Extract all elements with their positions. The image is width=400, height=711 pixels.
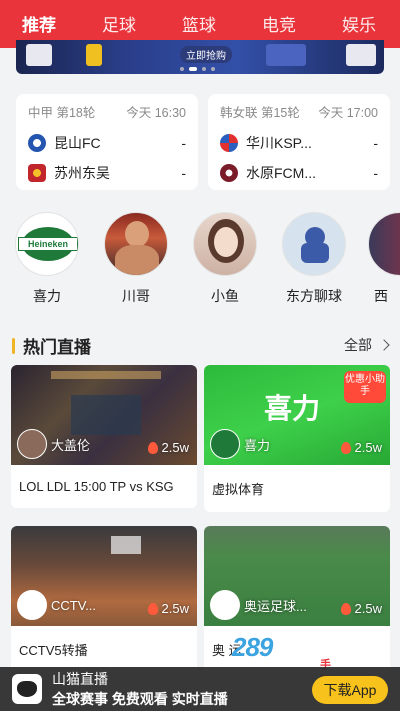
tab-entertainment[interactable]: 娱乐 [342,11,376,36]
heat-count: 2.5w [354,440,382,455]
team-name: 昆山FC [54,135,101,151]
fire-icon [340,441,351,454]
streamer-name: 东方聊球 [286,288,342,304]
heat-count: 2.5w [161,601,189,616]
team-logo-icon [220,164,238,182]
stream-thumbnail: 喜力 优惠小助手 喜力 2.5w [204,365,390,465]
team-name: 华川KSP... [246,135,312,151]
stream-thumbnail: CCTV... 2.5w [11,526,197,626]
host-avatar [210,590,240,620]
host-name: 大盖伦 [51,437,91,453]
live-stream-card[interactable]: CCTV... 2.5w CCTV5转播 [11,526,197,673]
live-stream-card[interactable]: 喜力 优惠小助手 喜力 2.5w 虚拟体育 [204,365,390,512]
match-card[interactable]: 中甲 第18轮 今天 16:30 昆山FC - 苏州东吴 - [16,94,198,190]
avatar [368,212,400,276]
promo-badge: 优惠小助手 [344,371,386,403]
watermark-text: 289 [232,632,273,662]
banner-image [346,44,376,66]
streamer-item[interactable]: Heineken 喜力 [12,212,82,306]
host-name: CCTV... [51,597,97,613]
fire-icon [147,441,158,454]
tab-recommend[interactable]: 推荐 [22,11,56,36]
host-avatar [17,429,47,459]
team-score: - [373,135,378,151]
team-logo-icon [28,134,46,152]
streamer-item[interactable]: 小鱼 [190,212,260,306]
match-card[interactable]: 韩女联 第15轮 今天 17:00 华川KSP... - 水原FCM... - [208,94,390,190]
banner-image [26,44,52,66]
section-title: 热门直播 [23,338,91,357]
view-all-link[interactable]: 全部 [344,335,390,355]
download-promo-bar: 山猫直播 全球赛事 免费观看 实时直播 下载App [0,667,400,711]
banner-carousel[interactable]: 立即抢购 [16,40,384,74]
team-score: - [373,165,378,181]
streamer-name: 川哥 [122,288,150,304]
streamer-item[interactable]: 川哥 [101,212,171,306]
host-name: 喜力 [244,437,271,453]
host-avatar [210,429,240,459]
team-logo-icon [28,164,46,182]
banner-image [86,44,102,66]
match-league: 中甲 第18轮 [28,106,96,120]
streamer-name: 小鱼 [211,288,239,304]
fire-icon [340,602,351,615]
team-name: 水原FCM... [246,165,316,181]
site-watermark: 289 手游网 [232,632,332,704]
streamer-name: 喜力 [33,288,61,304]
heat-count: 2.5w [354,601,382,616]
team-score: - [181,135,186,151]
banner-text: 立即抢购 [180,46,232,63]
streamer-item[interactable]: 东方聊球 [279,212,349,306]
avatar: Heineken [15,212,79,276]
stream-thumbnail: 大盖伦 2.5w [11,365,197,465]
host-avatar [17,590,47,620]
section-header: 热门直播 [12,333,91,358]
banner-image [266,44,306,66]
avatar [104,212,168,276]
stream-title: 虚拟体育 [212,482,265,497]
stream-title: LOL LDL 15:00 TP vs KSG [19,479,174,494]
fire-icon [147,602,158,615]
thumbnail-overlay-text: 喜力 [264,393,321,424]
section-accent-bar [12,337,15,354]
carousel-dots [180,67,215,71]
app-logo-icon [12,674,42,704]
stream-thumbnail: 奥运足球... 2.5w [204,526,390,626]
team-score: - [181,165,186,181]
host-name: 奥运足球... [244,598,307,614]
streamer-item[interactable]: 西 [368,212,400,306]
tab-esports[interactable]: 电竞 [262,11,296,36]
app-slogan: 全球赛事 免费观看 实时直播 [52,691,228,707]
tab-football[interactable]: 足球 [102,11,136,36]
stream-title: CCTV5转播 [19,643,88,658]
app-name: 山猫直播 [52,671,108,687]
heineken-logo: Heineken [18,237,78,251]
avatar [282,212,346,276]
match-league: 韩女联 第15轮 [220,106,300,120]
team-logo-icon [220,134,238,152]
team-name: 苏州东吴 [54,165,110,181]
streamer-name: 西 [374,288,388,304]
view-all-label: 全部 [344,337,372,353]
tab-basketball[interactable]: 篮球 [182,11,216,36]
match-time: 今天 16:30 [126,106,186,120]
live-stream-card[interactable]: 大盖伦 2.5w LOL LDL 15:00 TP vs KSG [11,365,197,508]
heat-count: 2.5w [161,440,189,455]
chevron-right-icon [378,339,390,351]
match-time: 今天 17:00 [318,106,378,120]
avatar [193,212,257,276]
download-app-button[interactable]: 下载App [312,676,388,704]
